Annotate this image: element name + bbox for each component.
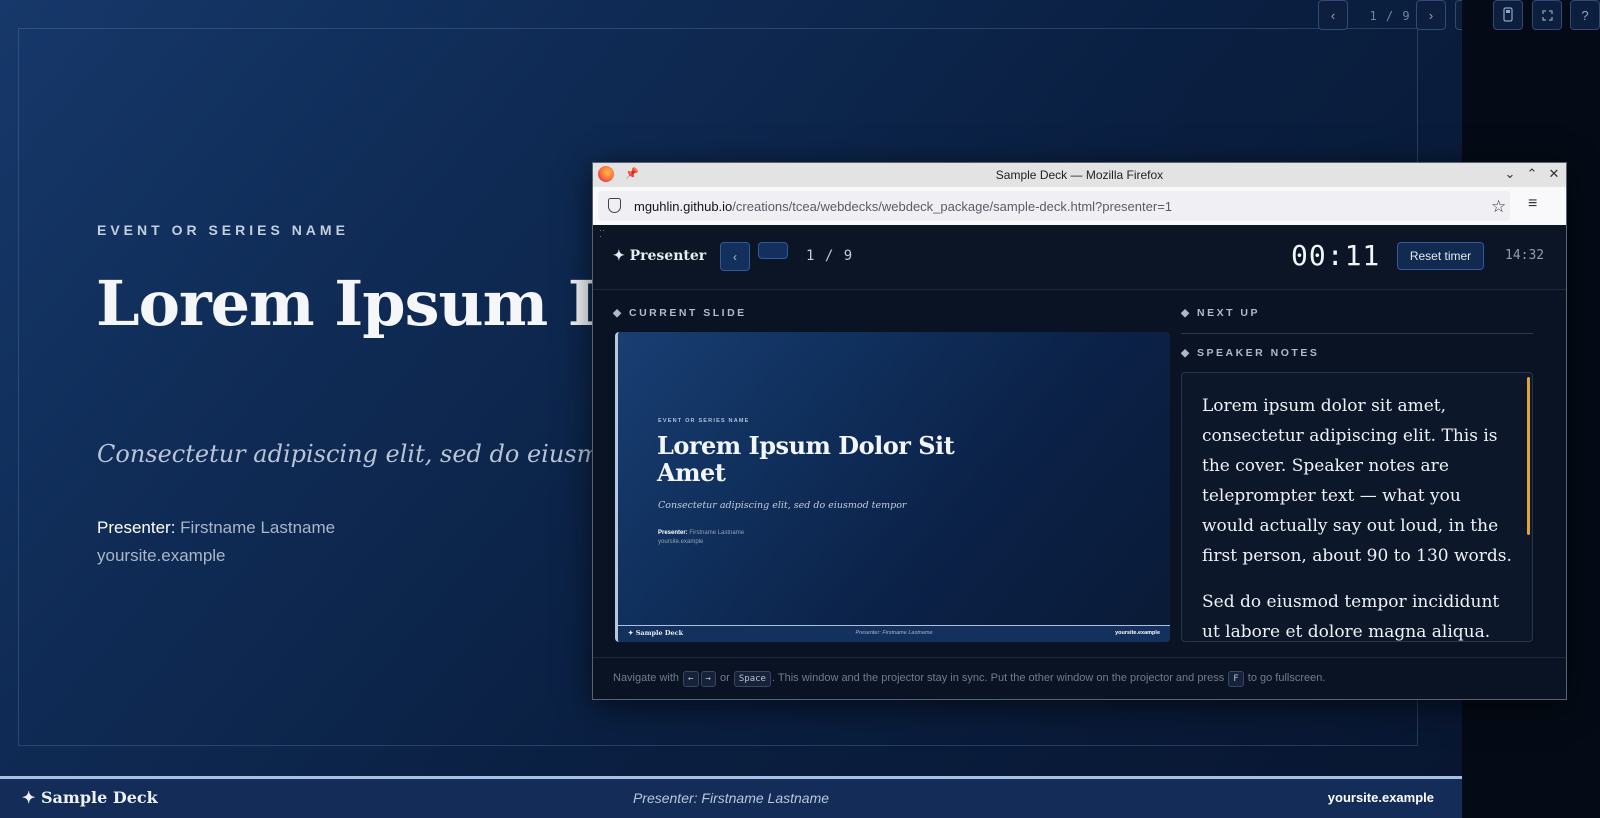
speaker-notes-label: ◆ SPEAKER NOTES (1181, 347, 1320, 359)
window-title: Sample Deck — Mozilla Firefox (995, 168, 1164, 182)
remote-icon (1503, 7, 1513, 22)
thumb-presenter-line: Presenter: Firstname Lastname (658, 530, 744, 536)
fullscreen-icon (1541, 10, 1553, 21)
bookmark-star-icon[interactable]: ☆ (1491, 197, 1506, 217)
deck-fullscreen-button[interactable] (1532, 0, 1562, 30)
current-slide-label: ◆ CURRENT SLIDE (613, 307, 747, 319)
speaker-notes-panel[interactable]: Lorem ipsum dolor sit amet, consectetur … (1181, 372, 1533, 642)
presenter-name: Firstname Lastname (180, 518, 336, 537)
presenter-hint-bar: Navigate with ← → or Space. This window a… (593, 657, 1566, 699)
deck-help-button[interactable]: ? (1570, 0, 1600, 30)
maximize-button[interactable]: ⌃ (1524, 166, 1540, 182)
hint-text: Navigate with (613, 672, 680, 684)
thumb-subtitle: Consectetur adipiscing elit, sed do eius… (658, 500, 907, 511)
firefox-titlebar[interactable]: 📌 Sample Deck — Mozilla Firefox ⌄ ⌃ ✕ (593, 163, 1566, 187)
thumb-footer: ✦ Sample Deck Presenter: Firstname Lastn… (618, 625, 1170, 642)
presenter-line: Presenter: Firstname Lastname (97, 518, 335, 538)
presenter-header: ·· · ✦ Presenter ‹ 1 / 9 00:11 Reset time… (593, 225, 1566, 290)
thumb-presenter-name: Firstname Lastname (689, 530, 745, 536)
firefox-toolbar: mguhlin.github.io/creations/tcea/webdeck… (593, 187, 1566, 226)
presenter-prev-button[interactable]: ‹ (720, 242, 750, 271)
footer-presenter: Presenter: Firstname Lastname (632, 790, 830, 806)
hint-text: or (720, 672, 730, 684)
deck-remote-button[interactable] (1493, 0, 1523, 30)
notes-scrollbar[interactable] (1527, 377, 1530, 535)
footer-site: yoursite.example (1327, 790, 1434, 805)
presenter-slide-counter: 1 / 9 (806, 248, 854, 264)
drag-dots-icon: ·· · (599, 225, 605, 241)
hint-text: . This window and the projector stay in … (771, 672, 1225, 684)
deck-notes-button[interactable] (1455, 0, 1462, 30)
next-up-divider (1181, 333, 1533, 334)
deck-footer: ✦ Sample Deck Presenter: Firstname Lastn… (0, 776, 1462, 818)
presenter-view: ·· · ✦ Presenter ‹ 1 / 9 00:11 Reset time… (593, 225, 1566, 699)
close-button[interactable]: ✕ (1546, 166, 1562, 182)
thumb-title: Lorem Ipsum Dolor Sit Amet (657, 431, 955, 487)
presenter-next-button[interactable] (758, 242, 788, 259)
url-host: mguhlin.github.io (634, 199, 733, 214)
hint-text: to go fullscreen. (1247, 672, 1326, 684)
speaker-notes-paragraph: Sed do eiusmod tempor incididunt ut labo… (1202, 592, 1500, 642)
speaker-notes-paragraph: Lorem ipsum dolor sit amet, consectetur … (1202, 396, 1512, 566)
thumb-site: yoursite.example (658, 539, 704, 545)
url-field[interactable]: mguhlin.github.io/creations/tcea/webdeck… (598, 191, 1510, 221)
presenter-label: Presenter: (97, 518, 176, 537)
key-left: ← (683, 671, 699, 687)
shield-icon[interactable] (608, 198, 621, 213)
thumb-presenter-label: Presenter: (658, 530, 688, 536)
deck-prev-button[interactable]: ‹ (1318, 0, 1348, 30)
thumb-footer-presenter: Presenter: Firstname Lastname (855, 630, 933, 636)
deck-slide-counter: 1 / 9 (1369, 9, 1411, 23)
key-right: → (700, 671, 716, 687)
thumb-footer-site: yoursite.example (1115, 630, 1160, 636)
deck-next-button[interactable]: › (1416, 0, 1446, 30)
thumb-event-name: EVENT OR SERIES NAME (658, 418, 750, 424)
url-text[interactable]: mguhlin.github.io/creations/tcea/webdeck… (634, 199, 1172, 214)
minimize-button[interactable]: ⌄ (1502, 166, 1518, 182)
url-path: /creations/tcea/webdecks/webdeck_package… (732, 199, 1173, 214)
firefox-window: 📌 Sample Deck — Mozilla Firefox ⌄ ⌃ ✕ mg… (592, 162, 1567, 700)
presenter-brand: ✦ Presenter (613, 248, 707, 264)
event-name: EVENT OR SERIES NAME (97, 222, 349, 238)
reset-timer-button[interactable]: Reset timer (1397, 242, 1484, 270)
presenter-clock: 14:32 (1505, 248, 1545, 263)
site-line: yoursite.example (97, 546, 226, 565)
hamburger-menu-icon[interactable]: ≡ (1528, 196, 1537, 212)
current-slide-preview: EVENT OR SERIES NAME Lorem Ipsum Dolor S… (615, 332, 1170, 642)
navigation-hint: Navigate with ← → or Space. This window a… (613, 671, 1325, 687)
presenter-timer: 00:11 (1291, 239, 1381, 272)
key-f: F (1228, 671, 1244, 687)
key-space: Space (733, 671, 771, 687)
next-up-label: ◆ NEXT UP (1181, 307, 1260, 319)
